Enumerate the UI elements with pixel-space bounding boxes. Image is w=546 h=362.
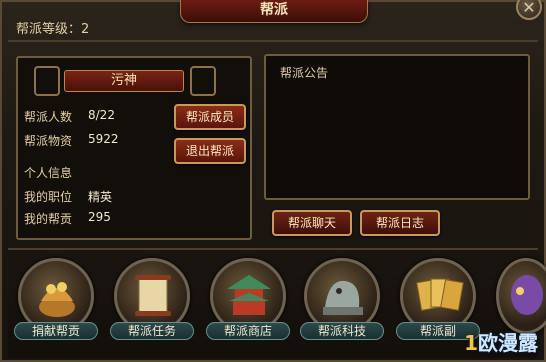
feature-label-tech: 帮派科技 — [300, 322, 384, 340]
leave-guild-button[interactable]: 退出帮派 — [174, 138, 246, 164]
window-title: 帮派 — [180, 0, 368, 23]
resources-value: 5922 — [88, 132, 119, 146]
resources-label: 帮派物资 — [24, 134, 73, 148]
personal-info-header: 个人信息 — [24, 166, 73, 180]
guild-name: 污神 — [64, 70, 184, 92]
guild-level: 帮派等级：2 — [16, 22, 90, 37]
feature-label-tasks: 帮派任务 — [110, 322, 194, 340]
watermark-number: 1 — [464, 331, 478, 355]
guild-notice-panel: 帮派公告 — [264, 54, 530, 200]
feature-label-shop: 帮派商店 — [206, 322, 290, 340]
notice-title: 帮派公告 — [280, 66, 329, 80]
feature-label-donate: 捐献帮贡 — [14, 322, 98, 340]
ornament-right — [190, 66, 216, 96]
guild-log-button[interactable]: 帮派日志 — [360, 210, 440, 236]
watermark: 1欧漫露 — [464, 327, 538, 356]
contribution-label: 我的帮贡 — [24, 212, 73, 226]
members-value: 8/22 — [88, 108, 115, 122]
position-label: 我的职位 — [24, 190, 73, 204]
contribution-value: 295 — [88, 210, 111, 224]
header-divider — [8, 40, 538, 42]
guild-members-button[interactable]: 帮派成员 — [174, 104, 246, 130]
ornament-left — [34, 66, 60, 96]
watermark-text: 欧漫露 — [478, 331, 538, 355]
position-value: 精英 — [88, 190, 113, 204]
guild-chat-button[interactable]: 帮派聊天 — [272, 210, 352, 236]
members-label: 帮派人数 — [24, 110, 73, 124]
